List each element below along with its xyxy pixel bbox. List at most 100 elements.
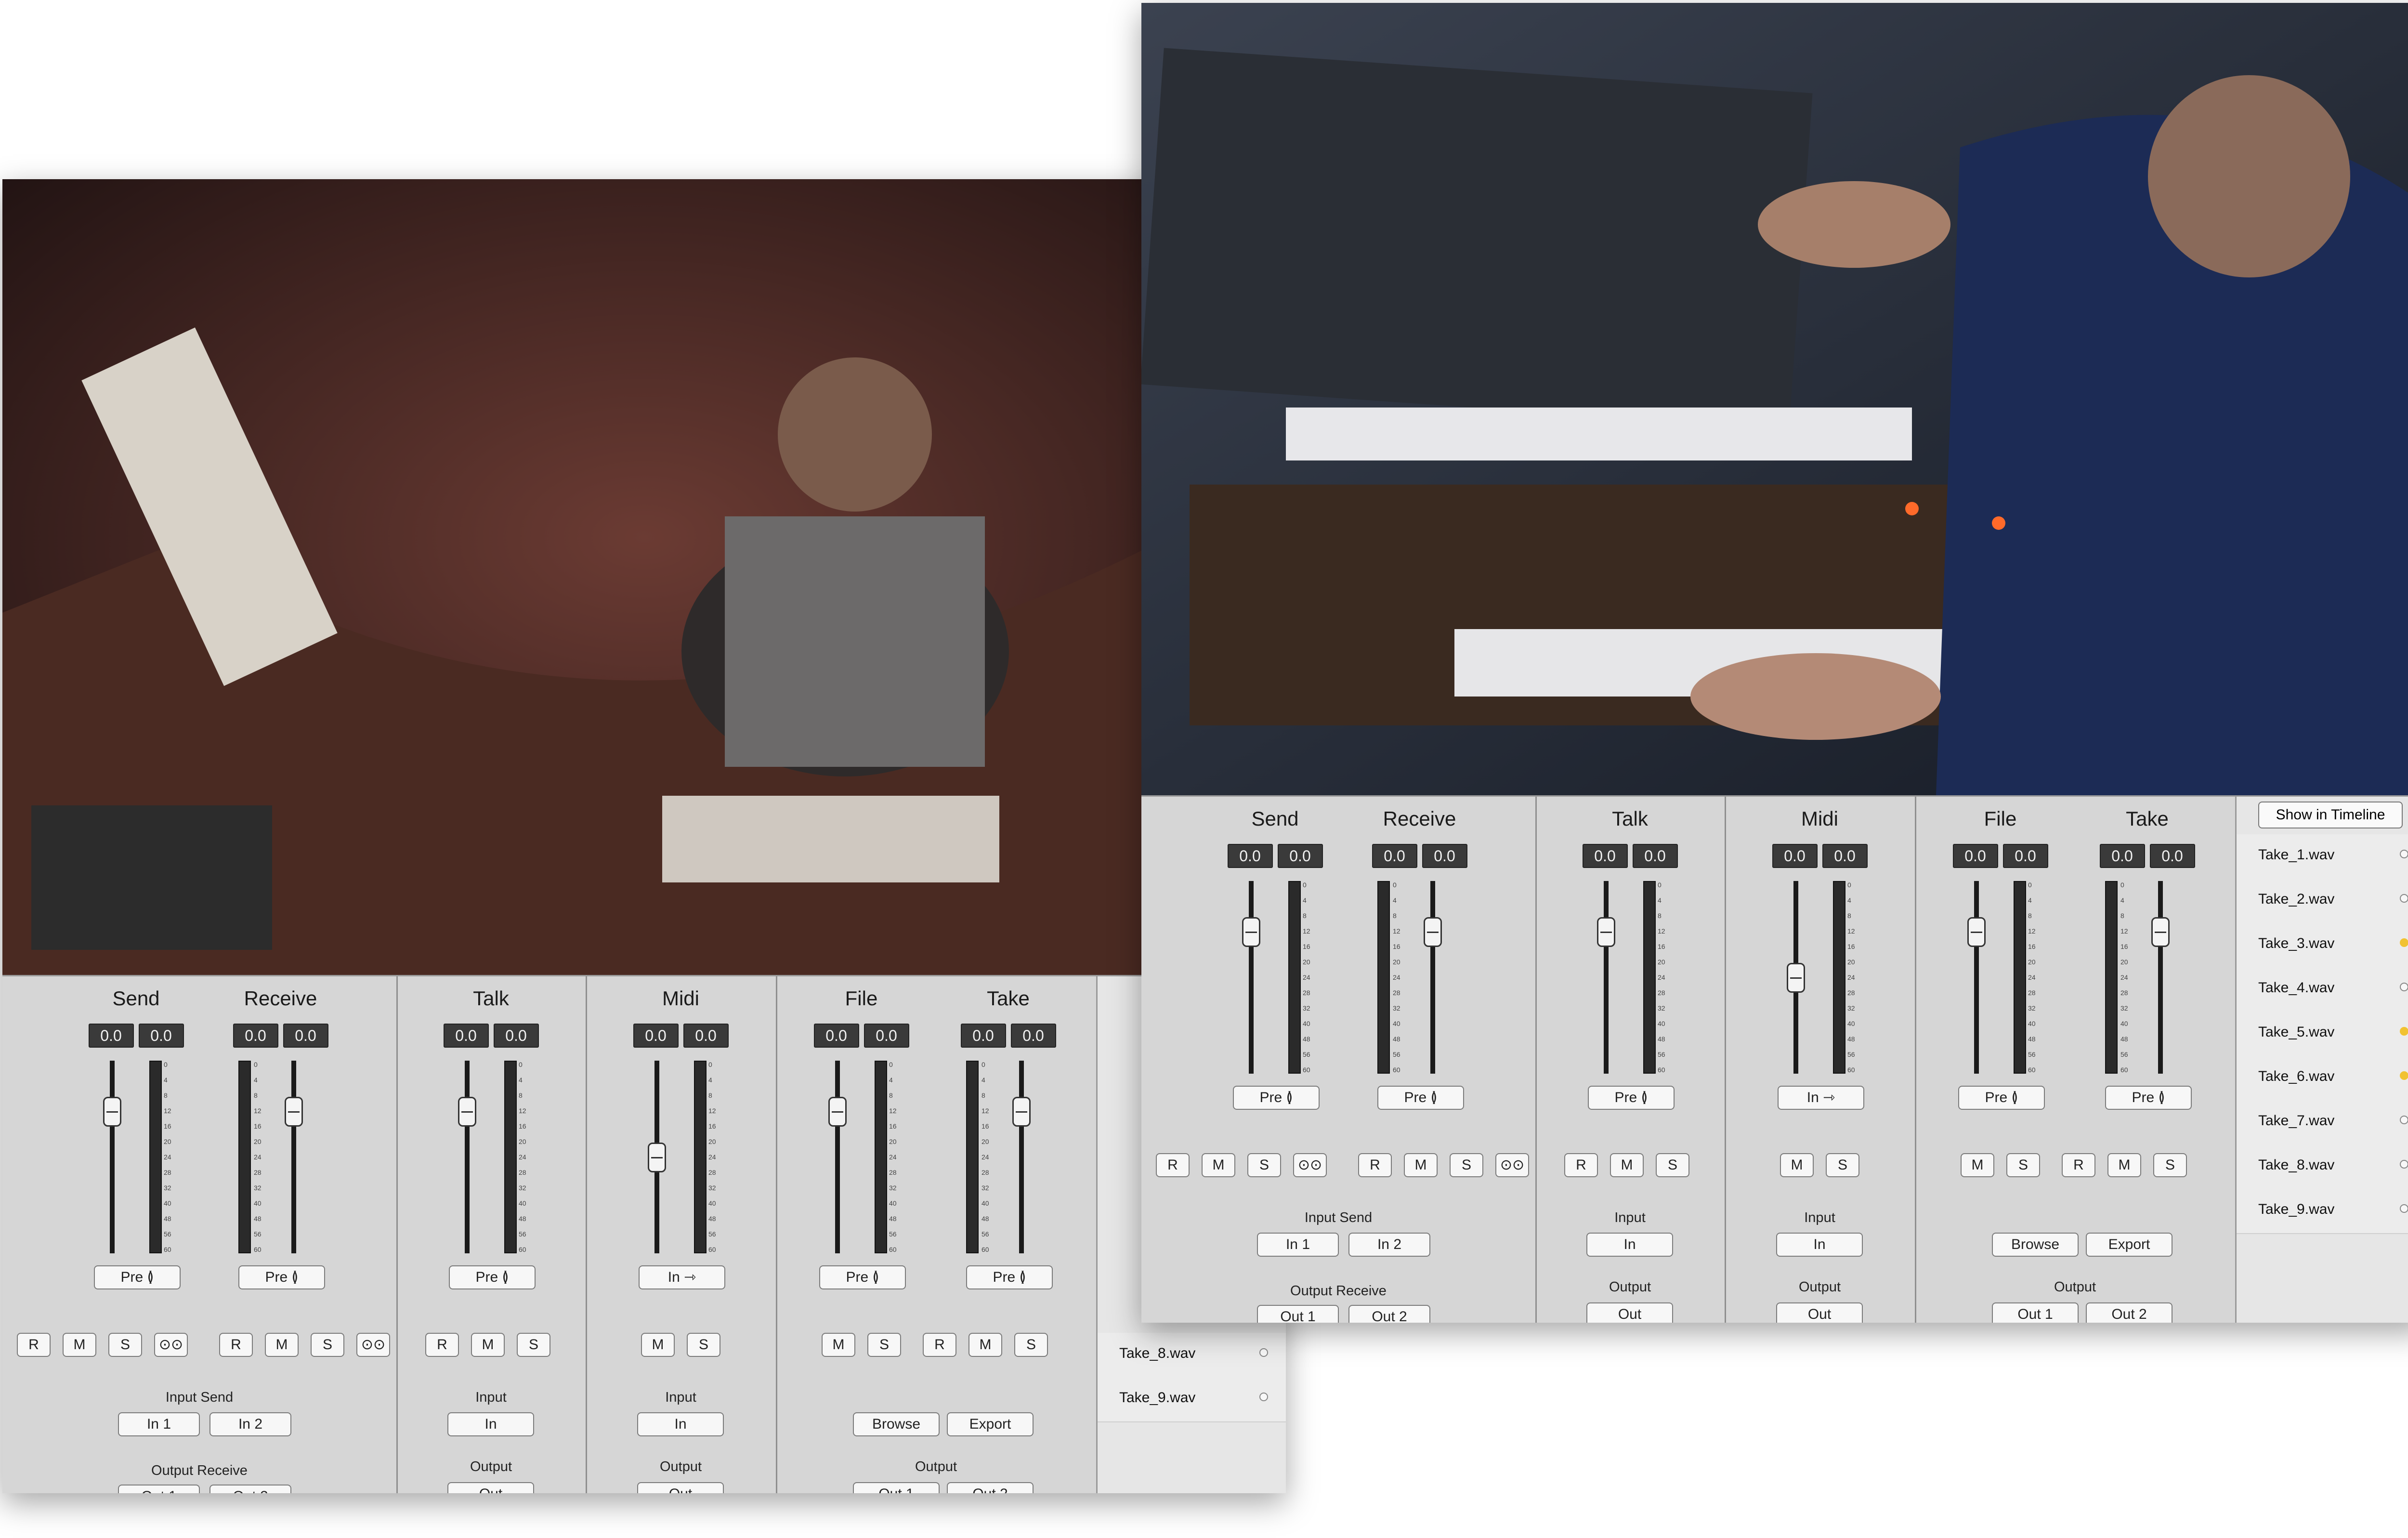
talk-record-button[interactable]: R xyxy=(1564,1153,1598,1177)
midi-output-select[interactable]: Out xyxy=(637,1482,724,1493)
file-marker-dot[interactable] xyxy=(2400,1071,2408,1080)
send-mute-button[interactable]: M xyxy=(1202,1153,1235,1177)
midi-mode-select[interactable]: In ⇾ xyxy=(639,1265,725,1289)
list-item[interactable]: Take_9.wav xyxy=(2237,1189,2408,1234)
file-fader-handle[interactable] xyxy=(1967,917,1986,947)
file-marker-dot[interactable] xyxy=(2400,983,2408,991)
file-marker-dot[interactable] xyxy=(2400,850,2408,858)
receive-solo-button[interactable]: S xyxy=(311,1333,344,1357)
receive-record-button[interactable]: R xyxy=(1358,1153,1392,1177)
send-mute-button[interactable]: M xyxy=(63,1333,96,1357)
file-fader-track[interactable] xyxy=(1974,881,1979,1074)
send-input-1[interactable]: In 1 xyxy=(1257,1233,1339,1257)
send-mode-select[interactable]: Pre ≬ xyxy=(94,1265,181,1289)
take-fader-track[interactable] xyxy=(2158,881,2163,1074)
talk-mode-select[interactable]: Pre ≬ xyxy=(449,1265,536,1289)
receive-fader-handle[interactable] xyxy=(1424,917,1442,947)
file-output-2[interactable]: Out 2 xyxy=(2086,1302,2172,1323)
talk-mode-select[interactable]: Pre ≬ xyxy=(1588,1086,1675,1110)
receive-output-1[interactable]: Out 1 xyxy=(1257,1305,1339,1323)
show-in-timeline-button[interactable]: Show in Timeline xyxy=(2258,802,2403,828)
receive-mode-select[interactable]: Pre ≬ xyxy=(1377,1086,1464,1110)
take-fader-handle[interactable] xyxy=(1012,1097,1031,1127)
file-marker-dot[interactable] xyxy=(2400,1116,2408,1124)
list-item[interactable]: Take_8.wav xyxy=(1098,1333,1286,1378)
file-mode-select[interactable]: Pre ≬ xyxy=(1958,1086,2045,1110)
file-solo-button[interactable]: S xyxy=(2006,1153,2040,1177)
send-fader-track[interactable] xyxy=(110,1061,115,1253)
export-button[interactable]: Export xyxy=(947,1412,1034,1436)
midi-mute-button[interactable]: M xyxy=(641,1333,675,1357)
send-fader-track[interactable] xyxy=(1249,881,1254,1074)
file-marker-dot[interactable] xyxy=(1259,1393,1268,1401)
receive-link-icon[interactable]: ⊙⊙ xyxy=(1495,1153,1529,1177)
midi-mute-button[interactable]: M xyxy=(1780,1153,1814,1177)
take-mode-select[interactable]: Pre ≬ xyxy=(966,1265,1053,1289)
talk-fader-handle[interactable] xyxy=(1597,917,1615,947)
take-fader-track[interactable] xyxy=(1019,1061,1024,1253)
send-mode-select[interactable]: Pre ≬ xyxy=(1233,1086,1320,1110)
take-mute-button[interactable]: M xyxy=(968,1333,1002,1357)
take-fader-handle[interactable] xyxy=(2151,917,2170,947)
send-input-2[interactable]: In 2 xyxy=(209,1412,291,1436)
list-item[interactable]: Take_5.wav xyxy=(2237,1012,2408,1057)
file-fader-handle[interactable] xyxy=(828,1097,847,1127)
talk-fader-handle[interactable] xyxy=(458,1097,476,1127)
receive-mute-button[interactable]: M xyxy=(1404,1153,1438,1177)
send-record-button[interactable]: R xyxy=(17,1333,51,1357)
receive-fader-track[interactable] xyxy=(291,1061,296,1253)
list-item[interactable]: Take_3.wav xyxy=(2237,923,2408,968)
talk-record-button[interactable]: R xyxy=(425,1333,459,1357)
receive-output-2[interactable]: Out 2 xyxy=(209,1485,291,1493)
receive-output-2[interactable]: Out 2 xyxy=(1348,1305,1430,1323)
send-fader-handle[interactable] xyxy=(103,1097,121,1127)
receive-fader-track[interactable] xyxy=(1430,881,1435,1074)
talk-fader-track[interactable] xyxy=(1604,881,1609,1074)
take-record-button[interactable]: R xyxy=(2062,1153,2095,1177)
file-mute-button[interactable]: M xyxy=(822,1333,855,1357)
talk-solo-button[interactable]: S xyxy=(1656,1153,1689,1177)
midi-solo-button[interactable]: S xyxy=(687,1333,720,1357)
midi-fader-handle[interactable] xyxy=(1787,963,1805,993)
list-item[interactable]: Take_1.wav xyxy=(2237,834,2408,880)
receive-record-button[interactable]: R xyxy=(219,1333,253,1357)
list-item[interactable]: Take_8.wav xyxy=(2237,1144,2408,1190)
export-button[interactable]: Export xyxy=(2086,1233,2172,1257)
file-mode-select[interactable]: Pre ≬ xyxy=(819,1265,906,1289)
talk-output-select[interactable]: Out xyxy=(447,1482,534,1493)
talk-input-select[interactable]: In xyxy=(1586,1233,1673,1257)
list-item[interactable]: Take_6.wav xyxy=(2237,1056,2408,1101)
send-link-icon[interactable]: ⊙⊙ xyxy=(154,1333,188,1357)
talk-mute-button[interactable]: M xyxy=(1610,1153,1644,1177)
midi-solo-button[interactable]: S xyxy=(1826,1153,1859,1177)
file-mute-button[interactable]: M xyxy=(1961,1153,1994,1177)
send-input-2[interactable]: In 2 xyxy=(1348,1233,1430,1257)
receive-fader-handle[interactable] xyxy=(285,1097,303,1127)
send-fader-handle[interactable] xyxy=(1242,917,1260,947)
receive-solo-button[interactable]: S xyxy=(1450,1153,1483,1177)
file-fader-track[interactable] xyxy=(835,1061,840,1253)
file-marker-dot[interactable] xyxy=(2400,1027,2408,1036)
midi-fader-handle[interactable] xyxy=(648,1143,666,1172)
midi-output-select[interactable]: Out xyxy=(1776,1302,1863,1323)
receive-mode-select[interactable]: Pre ≬ xyxy=(238,1265,325,1289)
receive-link-icon[interactable]: ⊙⊙ xyxy=(356,1333,390,1357)
midi-input-select[interactable]: In xyxy=(637,1412,724,1436)
talk-input-select[interactable]: In xyxy=(447,1412,534,1436)
send-link-icon[interactable]: ⊙⊙ xyxy=(1293,1153,1327,1177)
talk-solo-button[interactable]: S xyxy=(517,1333,550,1357)
take-mode-select[interactable]: Pre ≬ xyxy=(2105,1086,2192,1110)
file-output-1[interactable]: Out 1 xyxy=(1992,1302,2079,1323)
talk-fader-track[interactable] xyxy=(465,1061,470,1253)
file-marker-dot[interactable] xyxy=(2400,938,2408,947)
browse-button[interactable]: Browse xyxy=(853,1412,940,1436)
send-input-1[interactable]: In 1 xyxy=(118,1412,200,1436)
file-marker-dot[interactable] xyxy=(2400,1160,2408,1169)
take-record-button[interactable]: R xyxy=(923,1333,956,1357)
send-record-button[interactable]: R xyxy=(1156,1153,1190,1177)
receive-output-1[interactable]: Out 1 xyxy=(118,1485,200,1493)
list-item[interactable]: Take_4.wav xyxy=(2237,967,2408,1012)
talk-mute-button[interactable]: M xyxy=(471,1333,505,1357)
midi-mode-select[interactable]: In ⇾ xyxy=(1778,1086,1864,1110)
talk-output-select[interactable]: Out xyxy=(1586,1302,1673,1323)
